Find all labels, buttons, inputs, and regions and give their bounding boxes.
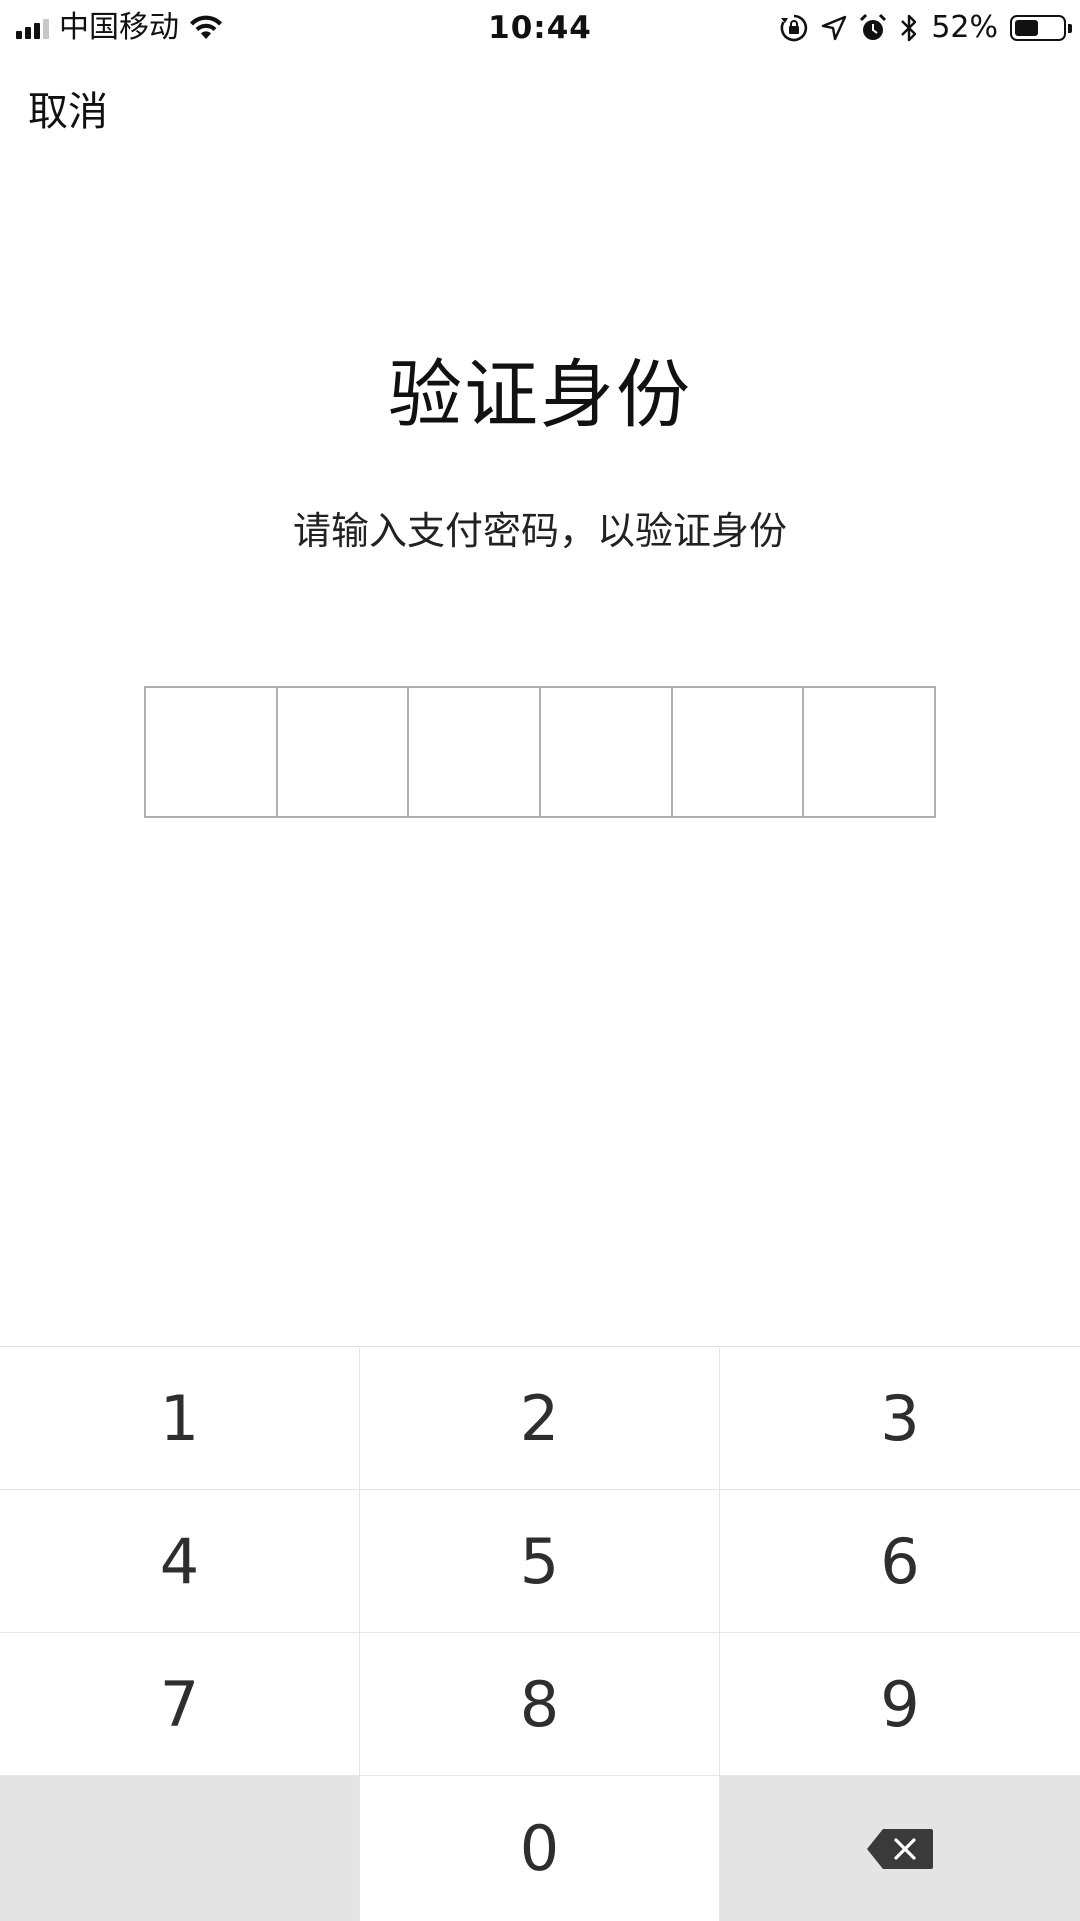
key-label: 7 [159, 1667, 200, 1741]
key-label: 4 [159, 1524, 200, 1598]
key-4[interactable]: 4 [0, 1490, 360, 1633]
backspace-icon [867, 1828, 933, 1869]
password-digit-box[interactable] [802, 688, 934, 816]
key-label: 0 [519, 1812, 560, 1885]
key-6[interactable]: 6 [720, 1490, 1080, 1633]
password-digit-box[interactable] [670, 688, 803, 816]
password-digit-box[interactable] [539, 688, 671, 816]
key-label: 1 [159, 1381, 200, 1455]
key-label: 2 [519, 1381, 560, 1455]
key-0[interactable]: 0 [360, 1776, 720, 1921]
battery-percent: 52% [931, 10, 998, 45]
status-bar: 中国移动 10:44 52% [0, 0, 1080, 56]
cancel-button[interactable]: 取消 [28, 88, 108, 136]
status-bar-right: 52% [779, 8, 1072, 48]
key-7[interactable]: 7 [0, 1633, 360, 1776]
key-label: 5 [519, 1524, 560, 1598]
key-label: 6 [880, 1524, 920, 1598]
key-1[interactable]: 1 [0, 1347, 360, 1490]
orientation-lock-icon [780, 14, 808, 42]
key-backspace[interactable] [720, 1776, 1080, 1921]
alarm-icon [860, 13, 887, 40]
key-label: 9 [880, 1667, 920, 1741]
numeric-keypad: 1 2 3 4 5 6 7 8 9 0 [0, 1346, 1080, 1921]
password-digit-box[interactable] [146, 688, 276, 816]
key-5[interactable]: 5 [360, 1490, 720, 1633]
key-blank [0, 1776, 360, 1921]
battery-icon [1010, 15, 1072, 41]
key-9[interactable]: 9 [720, 1633, 1080, 1776]
location-icon [822, 15, 847, 41]
key-label: 3 [880, 1381, 920, 1455]
battery-fill [1015, 20, 1038, 36]
password-digit-box[interactable] [407, 688, 539, 816]
page-title: 验证身份 [388, 352, 692, 438]
key-label: 8 [519, 1667, 560, 1741]
bluetooth-icon [901, 14, 917, 42]
password-input[interactable] [144, 686, 936, 818]
key-3[interactable]: 3 [720, 1347, 1080, 1490]
page-subtitle: 请输入支付密码，以验证身份 [292, 509, 787, 553]
password-digit-box[interactable] [275, 688, 408, 816]
key-8[interactable]: 8 [360, 1633, 720, 1776]
key-2[interactable]: 2 [360, 1347, 720, 1490]
